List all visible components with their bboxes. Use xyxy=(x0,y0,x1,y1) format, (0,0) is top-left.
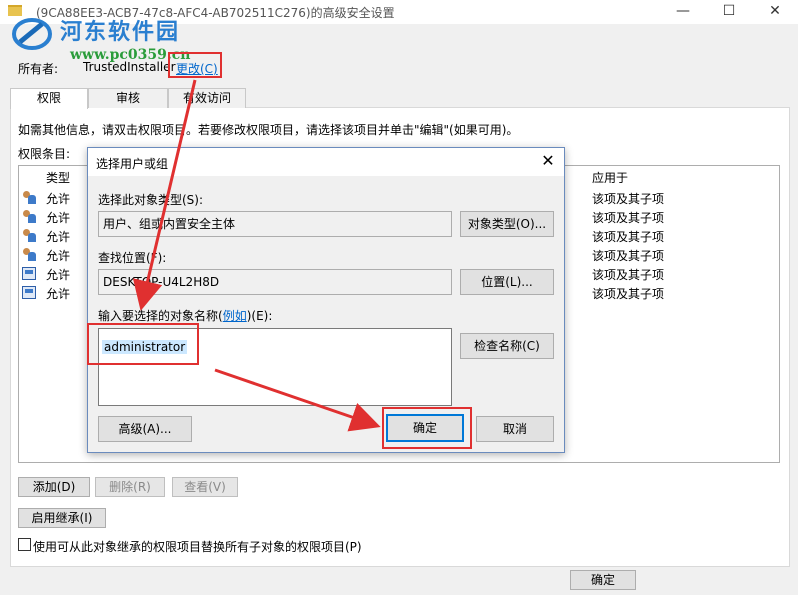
user-group-icon xyxy=(22,248,36,261)
location-field: DESKTOP-U4L2H8D xyxy=(98,269,452,295)
annotation-box-change-owner xyxy=(168,52,222,78)
select-user-dialog: 选择用户或组 ✕ 选择此对象类型(S): 用户、组或内置安全主体 对象类型(O)… xyxy=(87,147,565,453)
perm-row-apply-to[interactable]: 该项及其子项 xyxy=(592,228,664,245)
folder-icon xyxy=(8,5,22,16)
owner-label: 所有者: xyxy=(18,62,59,76)
perm-row-type[interactable]: 允许 xyxy=(46,190,70,207)
watermark-logo-icon xyxy=(12,18,52,50)
dialog-cancel-button[interactable]: 取消 xyxy=(476,416,554,442)
add-button[interactable]: 添加(D) xyxy=(18,477,90,497)
dialog-title: 选择用户或组 xyxy=(96,157,169,171)
minimize-button[interactable]: — xyxy=(660,0,706,24)
perm-row-apply-to[interactable]: 该项及其子项 xyxy=(592,266,664,283)
object-types-button[interactable]: 对象类型(O)... xyxy=(460,211,554,237)
owner-value: TrustedInstaller xyxy=(83,60,176,74)
tab-auditing[interactable]: 审核 xyxy=(88,88,168,108)
locations-button[interactable]: 位置(L)... xyxy=(460,269,554,295)
system-icon xyxy=(22,267,36,280)
dialog-close-icon[interactable]: ✕ xyxy=(534,150,562,174)
close-button[interactable]: ✕ xyxy=(752,0,798,24)
perm-row-apply-to[interactable]: 该项及其子项 xyxy=(592,209,664,226)
system-icon xyxy=(22,286,36,299)
watermark-text: 河东软件园 xyxy=(60,19,181,45)
replace-child-permissions-checkbox[interactable] xyxy=(18,538,31,551)
enable-inheritance-button[interactable]: 启用继承(I) xyxy=(18,508,106,528)
location-label: 查找位置(F): xyxy=(98,251,167,265)
maximize-button[interactable]: ☐ xyxy=(706,0,752,24)
check-names-button[interactable]: 检查名称(C) xyxy=(460,333,554,359)
annotation-box-object-name xyxy=(87,323,199,365)
object-name-label: 输入要选择的对象名称(例如)(E): xyxy=(98,309,273,323)
annotation-box-ok xyxy=(382,407,472,449)
perm-row-type[interactable]: 允许 xyxy=(46,285,70,302)
user-group-icon xyxy=(22,191,36,204)
object-type-field: 用户、组或内置安全主体 xyxy=(98,211,452,237)
column-header-apply-to[interactable]: 应用于 xyxy=(592,169,628,186)
perm-row-type[interactable]: 允许 xyxy=(46,209,70,226)
perm-row-type[interactable]: 允许 xyxy=(46,228,70,245)
permission-entries-label: 权限条目: xyxy=(18,147,71,161)
ok-button[interactable]: 确定 xyxy=(570,570,636,590)
info-text: 如需其他信息，请双击权限项目。若要修改权限项目，请选择该项目并单击"编辑"(如果… xyxy=(18,123,519,137)
replace-child-permissions-label[interactable]: 使用可从此对象继承的权限项目替换所有子对象的权限项目(P) xyxy=(33,538,362,555)
tab-permissions[interactable]: 权限 xyxy=(10,88,88,109)
perm-row-type[interactable]: 允许 xyxy=(46,247,70,264)
examples-link[interactable]: 例如 xyxy=(223,309,247,323)
view-button[interactable]: 查看(V) xyxy=(172,477,238,497)
perm-row-type[interactable]: 允许 xyxy=(46,266,70,283)
advanced-button[interactable]: 高级(A)... xyxy=(98,416,192,442)
perm-row-apply-to[interactable]: 该项及其子项 xyxy=(592,190,664,207)
object-type-label: 选择此对象类型(S): xyxy=(98,193,204,207)
tab-effective-access[interactable]: 有效访问 xyxy=(168,88,246,108)
perm-row-apply-to[interactable]: 该项及其子项 xyxy=(592,285,664,302)
remove-button[interactable]: 删除(R) xyxy=(95,477,165,497)
user-group-icon xyxy=(22,210,36,223)
column-header-type[interactable]: 类型 xyxy=(46,169,70,186)
perm-row-apply-to[interactable]: 该项及其子项 xyxy=(592,247,664,264)
user-group-icon xyxy=(22,229,36,242)
